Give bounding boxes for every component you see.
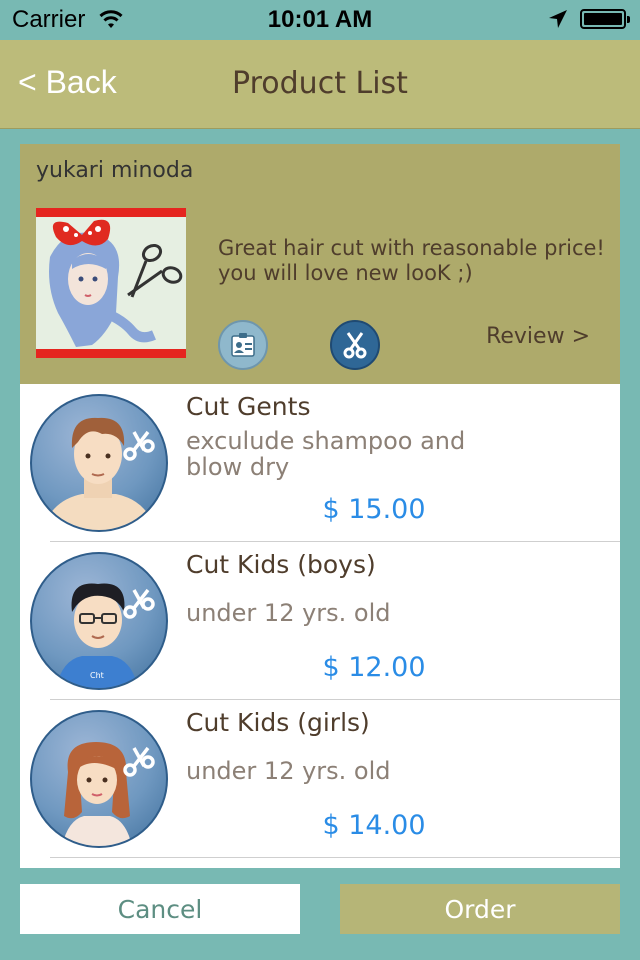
svg-text:Cht: Cht — [90, 671, 104, 680]
product-name: Cut Kids (girls) — [186, 708, 370, 737]
status-time: 10:01 AM — [267, 6, 373, 33]
id-card-icon[interactable] — [218, 320, 268, 370]
review-link[interactable]: Review > — [486, 324, 590, 349]
content-panel: yukari minoda Great hair cut with reason… — [20, 144, 620, 868]
girl-with-scissors-icon — [30, 710, 168, 848]
stylist-photo — [36, 208, 186, 358]
boy-with-scissors-icon: Cht — [30, 552, 168, 690]
product-item[interactable]: Cut Gents exculude shampoo and blow dry … — [20, 384, 620, 542]
stylist-description: Great hair cut with reasonable price! yo… — [218, 236, 605, 285]
status-bar: Carrier 10:01 AM — [0, 0, 640, 40]
product-price: $ 12.00 — [322, 652, 426, 683]
stylist-name: yukari minoda — [36, 158, 194, 183]
location-arrow-icon — [548, 9, 568, 33]
product-item[interactable]: Cht Cut Kids (boys) under 12 yrs. old $ … — [20, 542, 620, 700]
stylist-profile: yukari minoda Great hair cut with reason… — [20, 144, 620, 384]
product-description: under 12 yrs. old — [186, 757, 391, 785]
battery-icon — [580, 9, 630, 29]
order-button[interactable]: Order — [340, 884, 620, 934]
divider — [50, 857, 620, 858]
man-with-scissors-icon — [30, 394, 168, 532]
product-name: Cut Kids (boys) — [186, 550, 376, 579]
product-item[interactable]: Cut Kids (girls) under 12 yrs. old $ 14.… — [20, 700, 620, 858]
page-title: Product List — [232, 66, 408, 101]
product-description: under 12 yrs. old — [186, 599, 391, 627]
cancel-button[interactable]: Cancel — [20, 884, 300, 934]
product-description: exculude shampoo and blow dry — [186, 427, 466, 481]
product-name: Cut Gents — [186, 392, 311, 421]
scissors-icon[interactable] — [330, 320, 380, 370]
navigation-bar: < Back Product List — [0, 40, 640, 129]
product-price: $ 14.00 — [322, 810, 426, 841]
product-price: $ 15.00 — [322, 494, 426, 525]
